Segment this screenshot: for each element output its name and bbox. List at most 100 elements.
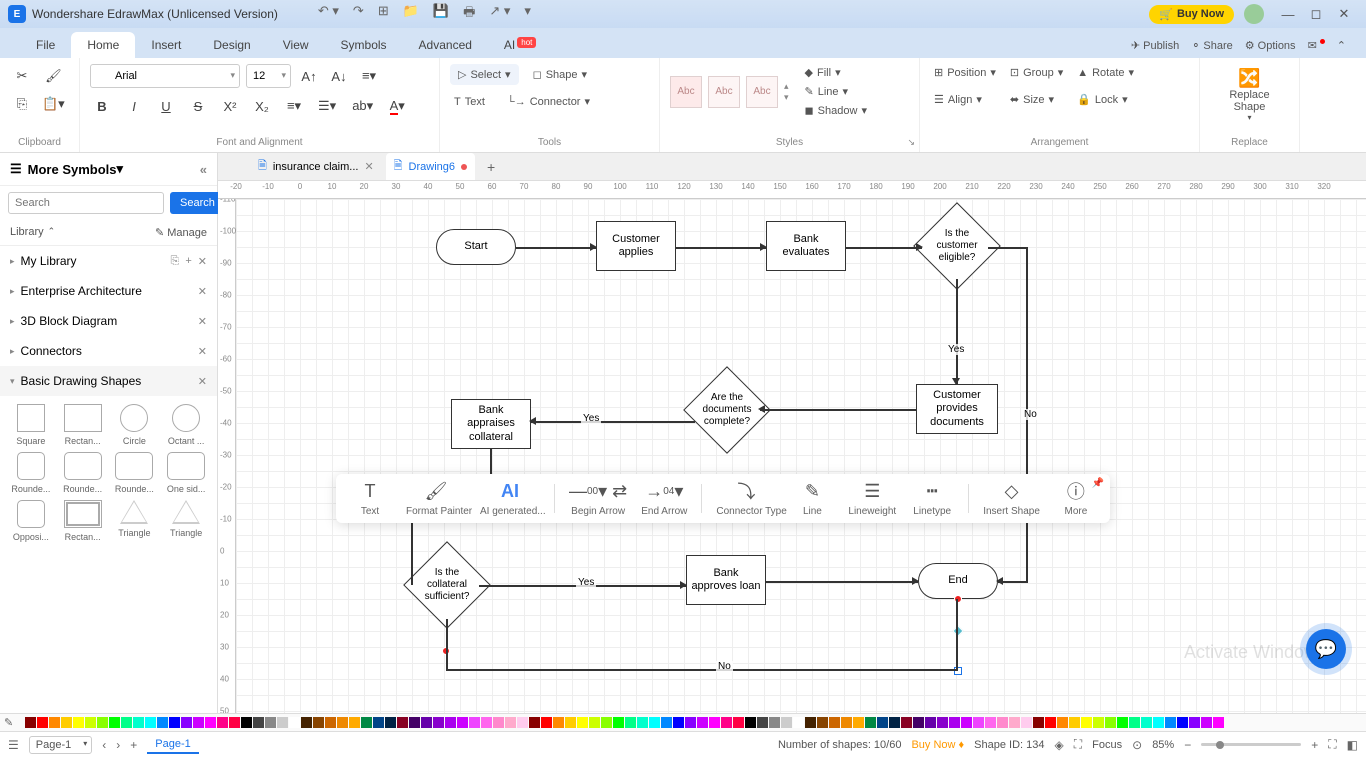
color-swatch[interactable] [697,717,708,728]
lib-connectors[interactable]: ▸Connectors ✕ [0,336,217,366]
size-button[interactable]: ⬌ Size▾ [1006,91,1067,108]
ft-end-arrow[interactable]: → 04 ▾End Arrow [641,480,687,517]
color-swatch[interactable] [217,717,228,728]
color-swatch[interactable] [145,717,156,728]
style-preset-1[interactable]: Abc [670,76,702,108]
group-button[interactable]: ⊡ Group▾ [1006,64,1067,81]
chat-bubble[interactable]: 💬 [1306,629,1346,669]
tab-home[interactable]: Home [71,32,135,58]
color-swatch[interactable] [625,717,636,728]
open-button[interactable]: 📁 [403,3,419,25]
color-swatch[interactable] [913,717,924,728]
color-swatch[interactable] [49,717,60,728]
color-swatch[interactable] [1009,717,1020,728]
page-select[interactable]: Page-1▾ [29,736,92,754]
shape-end[interactable]: End [918,563,998,599]
color-swatch[interactable] [637,717,648,728]
color-swatch[interactable] [313,717,324,728]
connector[interactable] [956,599,958,669]
color-swatch[interactable] [841,717,852,728]
add-tab-button[interactable]: + [479,159,503,175]
color-swatch[interactable] [325,717,336,728]
text-tool[interactable]: T Text [450,93,489,110]
shape-square[interactable]: Square [8,404,54,446]
color-swatch[interactable] [937,717,948,728]
color-swatch[interactable] [193,717,204,728]
shape-bank-evaluates[interactable]: Bank evaluates [766,221,846,271]
connector[interactable] [988,247,1028,249]
color-swatch[interactable] [553,717,564,728]
ft-linetype[interactable]: ┅Linetype [910,480,954,517]
color-swatch[interactable] [1033,717,1044,728]
add-icon[interactable]: + [185,255,191,268]
align-button-2[interactable]: ☰ Align▾ [930,91,1000,108]
color-swatch[interactable] [277,717,288,728]
color-swatch[interactable] [733,717,744,728]
color-swatch[interactable] [289,717,300,728]
tab-design[interactable]: Design [197,32,266,58]
color-swatch[interactable] [793,717,804,728]
prev-page[interactable]: ‹ [102,738,106,752]
lib-3d-block[interactable]: ▸3D Block Diagram ✕ [0,306,217,336]
shape-collateral-sufficient[interactable]: Is the collateral sufficient? [403,541,491,629]
color-swatch[interactable] [349,717,360,728]
color-swatch[interactable] [73,717,84,728]
superscript-button[interactable]: X² [218,94,242,118]
lib-enterprise-architecture[interactable]: ▸Enterprise Architecture ✕ [0,276,217,306]
style-up[interactable]: ▴ [784,81,789,92]
close-icon[interactable]: ✕ [198,345,207,358]
color-swatch[interactable] [1057,717,1068,728]
color-swatch[interactable] [577,717,588,728]
color-swatch[interactable] [337,717,348,728]
ft-insert-shape[interactable]: ◇Insert Shape [983,480,1040,517]
color-swatch[interactable] [397,717,408,728]
minimize-button[interactable]: — [1274,7,1302,22]
connector[interactable] [766,581,918,583]
shape-triangle2[interactable]: Triangle [163,500,209,542]
shape-rectangle2[interactable]: Rectan... [60,500,106,542]
select-tool[interactable]: ▷ Select ▾ [450,64,519,85]
ft-line[interactable]: ✎Line [790,480,834,517]
style-down[interactable]: ▾ [784,92,789,103]
line-spacing-button[interactable]: ≡▾ [282,94,306,118]
color-swatch[interactable] [373,717,384,728]
color-swatch[interactable] [541,717,552,728]
color-swatch[interactable] [97,717,108,728]
color-swatch[interactable] [1129,717,1140,728]
sel-handle[interactable] [952,625,963,636]
shape-rounded1[interactable]: Rounde... [8,452,54,494]
lock-button[interactable]: 🔒 Lock▾ [1073,91,1138,108]
tab-symbols[interactable]: Symbols [325,32,403,58]
buy-now-status[interactable]: Buy Now ♦ [911,739,964,751]
tab-view[interactable]: View [267,32,325,58]
tab-file[interactable]: File [20,32,71,58]
color-swatch[interactable] [1105,717,1116,728]
color-swatch[interactable] [829,717,840,728]
font-family-select[interactable] [90,64,240,88]
style-preset-3[interactable]: Abc [746,76,778,108]
color-swatch[interactable] [985,717,996,728]
close-icon[interactable]: ✕ [198,255,207,268]
focus-icon[interactable]: ⛶ [1074,737,1082,752]
color-swatch[interactable] [301,717,312,728]
color-swatch[interactable] [649,717,660,728]
doc-tab-insurance[interactable]: 🗎 insurance claim... ✕ [250,153,382,180]
page-tab-1[interactable]: Page-1 [147,736,198,754]
export-button[interactable]: ↗ ▾ [489,3,510,25]
color-swatch[interactable] [673,717,684,728]
color-swatch[interactable] [601,717,612,728]
fullscreen-icon[interactable]: ⛶ [1328,737,1336,752]
close-icon[interactable]: ✕ [198,375,207,388]
color-swatch[interactable] [181,717,192,728]
color-swatch[interactable] [529,717,540,728]
styles-dialog-launcher[interactable]: ↘ [907,137,915,148]
color-swatch[interactable] [1141,717,1152,728]
paste-button[interactable]: 📋▾ [38,92,69,116]
shape-is-eligible[interactable]: Is the customer eligible? [913,202,1001,290]
bold-button[interactable]: B [90,94,114,118]
ft-connector-type[interactable]: ⤵Connector Type [716,480,776,517]
user-avatar[interactable] [1244,4,1264,24]
close-icon[interactable]: ✕ [198,285,207,298]
eyedropper-icon[interactable]: ✎ [4,716,20,729]
shape-customer-provides[interactable]: Customer provides documents [916,384,998,434]
